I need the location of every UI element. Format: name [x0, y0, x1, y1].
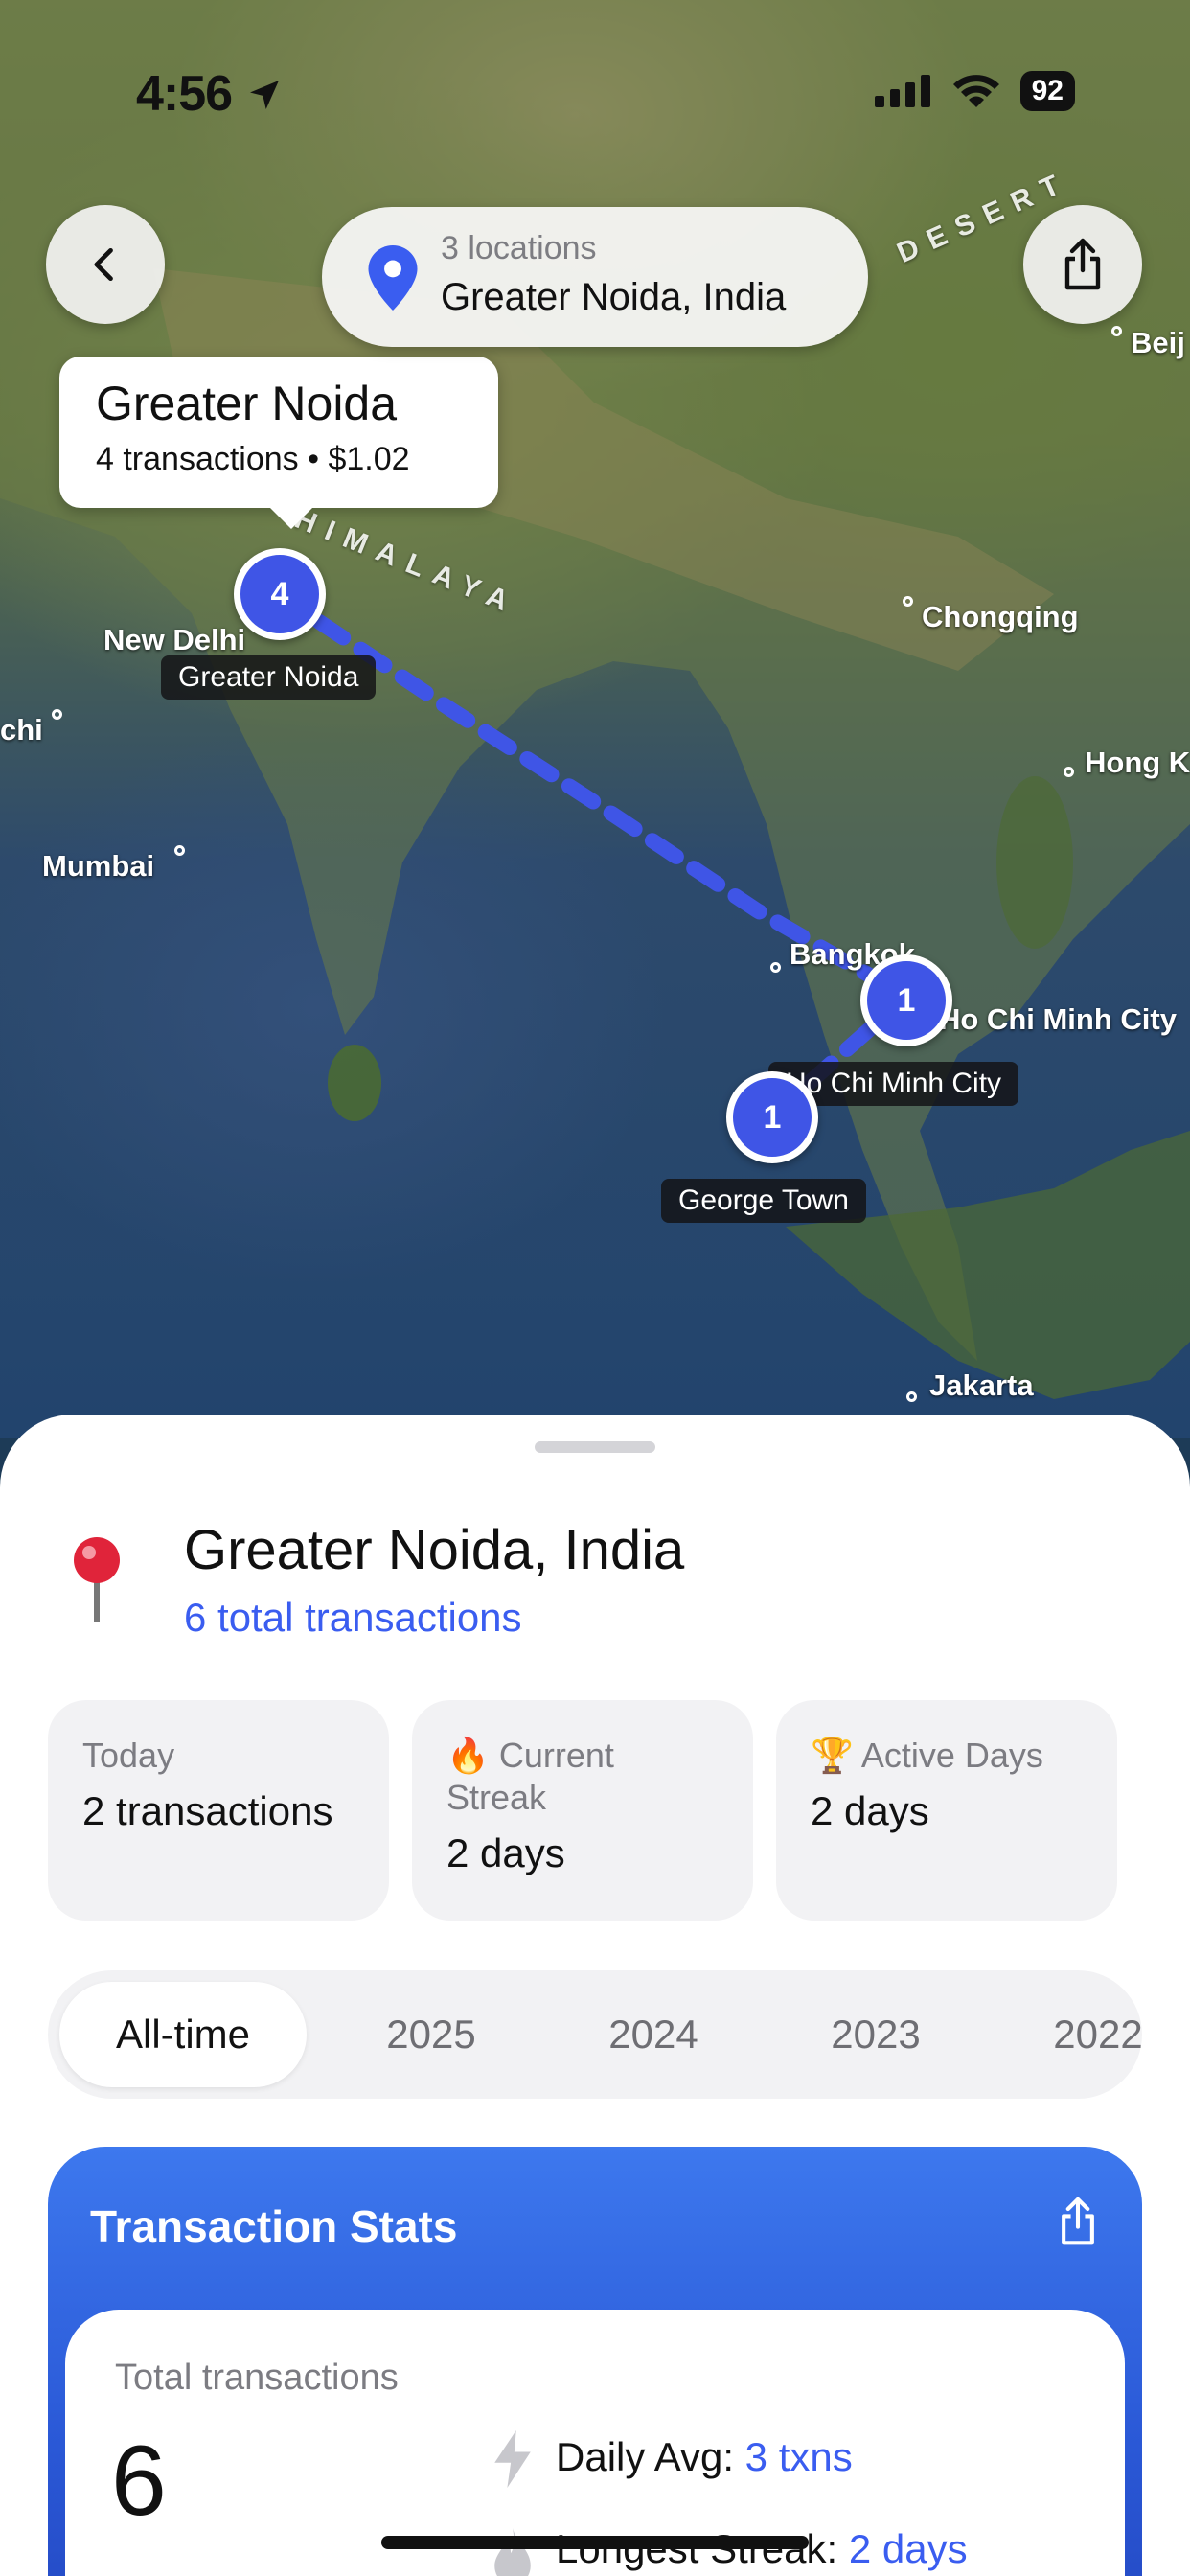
tab-all-time[interactable]: All-time	[59, 1982, 307, 2087]
location-callout[interactable]: Greater Noida 4 transactions • $1.02	[59, 356, 498, 529]
city-label-hong-kong: Hong K	[1085, 746, 1190, 779]
city-dot	[174, 845, 185, 856]
location-count: 3 locations	[441, 230, 597, 266]
marker-count: 4	[270, 575, 289, 612]
longest-streak-row: Longest Streak: 2 days	[556, 2526, 968, 2572]
back-button[interactable]	[46, 205, 165, 324]
stat-card-today: Today 2 transactions	[48, 1700, 389, 1920]
total-transactions-label: Total transactions	[115, 2358, 399, 2398]
marker-count: 1	[763, 1098, 782, 1136]
stat-label: Today	[82, 1736, 175, 1775]
location-arrow-icon	[249, 80, 279, 109]
stat-value: 2 days	[811, 1788, 929, 1833]
city-dot	[52, 709, 62, 720]
period-segmented-control: All-time 2025 2024 2023 2022	[48, 1970, 1142, 2099]
location-selector[interactable]: 3 locations Greater Noida, India	[322, 207, 868, 347]
city-label-beijing: Beij	[1131, 326, 1185, 359]
city-dot	[1064, 767, 1074, 777]
share-icon	[1064, 238, 1101, 290]
daily-avg-row: Daily Avg: 3 txns	[556, 2434, 853, 2480]
tab-2025[interactable]: 2025	[355, 1982, 508, 2087]
city-label-chi: chi	[0, 713, 43, 747]
bolt-icon	[494, 2430, 531, 2488]
pushpin-icon	[74, 1537, 120, 1622]
stat-value: 2 days	[446, 1830, 565, 1875]
chevron-left-icon	[94, 247, 113, 282]
fire-icon: 🔥	[446, 1736, 490, 1775]
status-time-text: 4:56	[136, 66, 233, 122]
transaction-stats-title: Transaction Stats	[90, 2201, 458, 2251]
home-indicator[interactable]	[381, 2536, 809, 2549]
stat-label-row: 🔥 Current Streak	[446, 1735, 719, 1819]
city-dot	[903, 596, 913, 607]
tab-2024[interactable]: 2024	[577, 1982, 730, 2087]
city-label-jakarta: Jakarta	[929, 1368, 1034, 1402]
marker-label-greater-noida: Greater Noida	[161, 656, 377, 700]
sheet-title: Greater Noida, India	[184, 1519, 685, 1581]
total-transactions-link[interactable]: 6 total transactions	[184, 1595, 522, 1641]
share-button[interactable]	[1023, 205, 1142, 324]
share-icon[interactable]	[1056, 2196, 1100, 2246]
callout-title: Greater Noida	[96, 377, 398, 430]
sheet-grabber[interactable]	[535, 1441, 655, 1453]
city-dot	[1111, 326, 1122, 336]
stat-card-current-streak: 🔥 Current Streak 2 days	[412, 1700, 753, 1920]
map-marker-george-town[interactable]: 1	[726, 1071, 818, 1163]
marker-count: 1	[897, 981, 916, 1019]
daily-avg-label: Daily Avg:	[556, 2434, 734, 2479]
city-label-new-delhi: New Delhi	[103, 623, 246, 656]
bottom-sheet[interactable]: Greater Noida, India 6 total transaction…	[0, 1414, 1190, 2576]
tab-2023[interactable]: 2023	[799, 1982, 952, 2087]
marker-label-george-town: George Town	[661, 1179, 866, 1223]
stat-label-row: 🏆 Active Days	[811, 1735, 1083, 1777]
status-icons: 92	[874, 71, 1075, 111]
daily-avg-value: 3 txns	[744, 2434, 853, 2479]
transaction-stats-card: Transaction Stats Total transactions 6 D…	[48, 2147, 1142, 2576]
status-time: 4:56	[136, 65, 284, 123]
city-label-mumbai: Mumbai	[42, 849, 155, 883]
map-marker-ho-chi-minh[interactable]: 1	[860, 954, 952, 1046]
callout-subtitle: 4 transactions • $1.02	[96, 441, 410, 477]
city-label-chongqing: Chongqing	[922, 600, 1079, 633]
location-pin-icon	[368, 245, 418, 310]
stat-card-active-days: 🏆 Active Days 2 days	[776, 1700, 1117, 1920]
total-transactions-value: 6	[111, 2426, 167, 2537]
city-dot	[906, 1392, 917, 1402]
battery-indicator: 92	[1019, 71, 1075, 111]
city-dot	[770, 962, 781, 973]
stat-label: Active Days	[860, 1736, 1043, 1775]
wifi-icon	[952, 75, 999, 107]
signal-icon	[874, 75, 930, 107]
longest-streak-value: 2 days	[848, 2526, 968, 2571]
stat-value: 2 transactions	[82, 1788, 333, 1833]
trophy-icon: 🏆	[811, 1736, 854, 1775]
city-label-ho-chi-minh: Ho Chi Minh City	[939, 1002, 1177, 1036]
map-marker-greater-noida[interactable]: 4	[234, 548, 326, 640]
location-name: Greater Noida, India	[441, 276, 787, 318]
tab-2022[interactable]: 2022	[1021, 1982, 1142, 2087]
